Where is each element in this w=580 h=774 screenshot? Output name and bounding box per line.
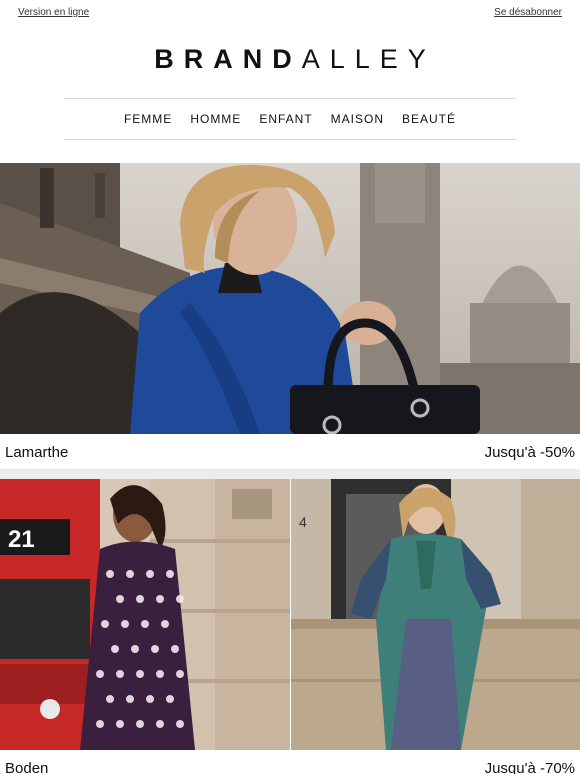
nav-item-maison[interactable]: MAISON (331, 112, 384, 126)
logo-light-part: ALLEY (301, 44, 436, 74)
nav-divider-top (64, 98, 516, 99)
nav-item-beaute[interactable]: BEAUTÉ (402, 112, 456, 126)
bus-route-number: 21 (8, 526, 35, 553)
promo-brand-name: Lamarthe (5, 444, 69, 461)
boden-caption[interactable]: Boden Jusqu'à -70% (0, 750, 580, 774)
main-navigation: FEMME HOMME ENFANT MAISON BEAUTÉ (0, 112, 580, 126)
brandalley-logo[interactable]: BRANDALLEY (0, 44, 580, 75)
promo-discount: Jusqu'à -70% (484, 760, 575, 774)
lamarthe-hero-image[interactable] (0, 163, 580, 434)
lamarthe-hero-illustration (0, 163, 580, 434)
nav-item-enfant[interactable]: ENFANT (259, 112, 312, 126)
door-house-number: 4 (299, 514, 307, 530)
section-divider (0, 469, 580, 479)
nav-item-femme[interactable]: FEMME (124, 112, 172, 126)
unsubscribe-link[interactable]: Se désabonner (494, 7, 562, 18)
online-version-link[interactable]: Version en ligne (18, 7, 89, 18)
boden-right-image[interactable]: 4 (291, 479, 580, 750)
nav-item-homme[interactable]: HOMME (190, 112, 241, 126)
promo-brand-name: Boden (5, 760, 49, 774)
logo-bold-part: BRAND (154, 44, 302, 74)
nav-divider-bottom (64, 139, 516, 140)
boden-left-image[interactable]: 21 (0, 479, 290, 750)
lamarthe-caption[interactable]: Lamarthe Jusqu'à -50% (0, 434, 580, 468)
boden-left-illustration: 21 (0, 479, 290, 750)
boden-right-illustration: 4 (291, 479, 580, 750)
promo-discount: Jusqu'à -50% (484, 444, 575, 461)
top-bar: Version en ligne Se désabonner (0, 0, 580, 28)
